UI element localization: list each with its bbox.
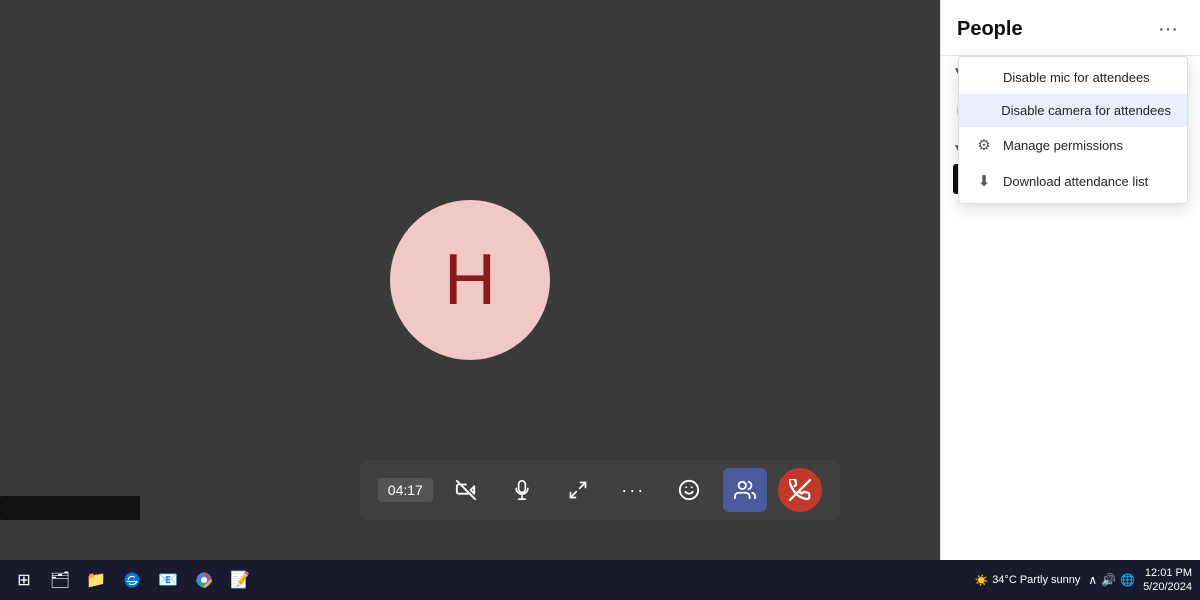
system-clock[interactable]: 12:01 PM 5/20/2024 — [1143, 566, 1192, 595]
more-actions-button[interactable]: ··· — [611, 468, 655, 512]
download-attendance-icon: ⬇ — [975, 172, 993, 190]
taskbar-icons: ⊞ 🗂 📁 📧 📝 — [8, 564, 256, 596]
weather-widget[interactable]: ☀️ 34°C Partly sunny — [974, 574, 1080, 587]
name-bar — [0, 496, 140, 520]
weather-text: 34°C Partly sunny — [992, 574, 1080, 586]
hangup-button[interactable] — [778, 468, 822, 512]
avatar-container: H — [390, 200, 550, 360]
weather-icon: ☀️ — [974, 574, 988, 587]
mail-icon[interactable]: 📧 — [152, 564, 184, 596]
context-dropdown-menu: Disable mic for attendees Disable camera… — [958, 56, 1188, 204]
word-icon[interactable]: 📝 — [224, 564, 256, 596]
chrome-icon[interactable] — [188, 564, 220, 596]
mute-button[interactable] — [500, 468, 544, 512]
system-tray: ∧ 🔊 🌐 — [1088, 573, 1135, 587]
disable-mic-menu-item[interactable]: Disable mic for attendees — [959, 61, 1187, 94]
file-explorer-icon[interactable]: 📁 — [80, 564, 112, 596]
disable-mic-label: Disable mic for attendees — [1003, 70, 1150, 85]
disable-camera-label: Disable camera for attendees — [1001, 103, 1171, 118]
people-button[interactable] — [723, 468, 767, 512]
download-attendance-label: Download attendance list — [1003, 174, 1148, 189]
download-attendance-menu-item[interactable]: ⬇ Download attendance list — [959, 163, 1187, 199]
panel-title: People — [957, 18, 1023, 41]
control-bar: 04:17 ··· — [360, 460, 840, 520]
taskbar: ⊞ 🗂 📁 📧 📝 ☀️ 34°C Partly su — [0, 560, 1200, 600]
people-panel: People ··· ▼ Pres HM ▼ Attendees (1) Dis… — [940, 0, 1200, 560]
panel-more-button[interactable]: ··· — [1152, 16, 1184, 43]
share-button[interactable] — [556, 468, 600, 512]
task-view-icon[interactable]: 🗂 — [44, 564, 76, 596]
panel-header: People ··· — [941, 0, 1200, 56]
disable-camera-menu-item[interactable]: Disable camera for attendees — [959, 94, 1187, 127]
taskbar-right: ☀️ 34°C Partly sunny ∧ 🔊 🌐 12:01 PM 5/20… — [974, 566, 1192, 595]
manage-permissions-menu-item[interactable]: ⚙ Manage permissions — [959, 127, 1187, 163]
camera-off-button[interactable] — [444, 468, 488, 512]
edge-icon[interactable] — [116, 564, 148, 596]
manage-permissions-label: Manage permissions — [1003, 138, 1123, 153]
call-timer: 04:17 — [378, 478, 433, 502]
reactions-button[interactable] — [667, 468, 711, 512]
user-avatar: H — [390, 200, 550, 360]
start-button[interactable]: ⊞ — [8, 564, 40, 596]
manage-permissions-icon: ⚙ — [975, 136, 993, 154]
